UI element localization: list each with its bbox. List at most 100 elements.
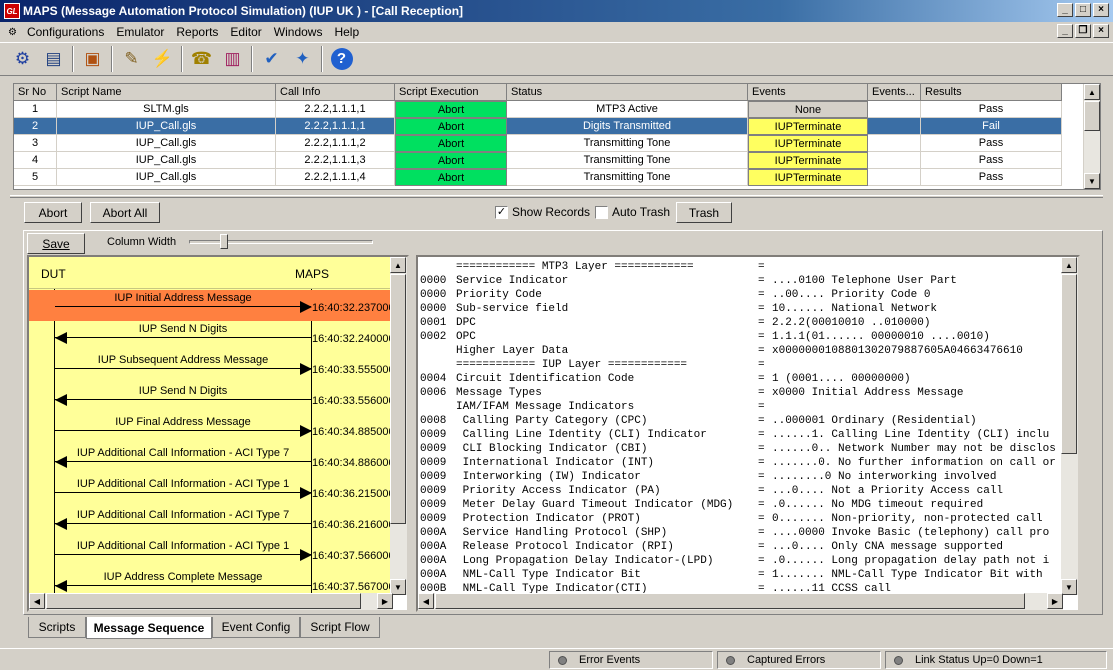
table-row[interactable]: 4 IUP_Call.gls 2.2.2,1.1.1,3 Abort Transmitt… bbox=[14, 152, 1062, 169]
seq-scroll-up-icon[interactable]: ▲ bbox=[390, 257, 406, 273]
column-width-slider[interactable] bbox=[189, 240, 373, 244]
column-width-slider-thumb[interactable] bbox=[220, 234, 229, 249]
cell-script-execution[interactable]: Abort bbox=[395, 152, 507, 169]
abort-all-button[interactable]: Abort All bbox=[90, 202, 160, 223]
show-records-check-icon[interactable]: ✓ bbox=[495, 205, 508, 219]
grid-vertical-scrollbar[interactable]: ▲ ▼ bbox=[1083, 84, 1100, 189]
cell-events[interactable]: IUPTerminate bbox=[748, 135, 868, 152]
link-status-indicator[interactable]: Link Status Up=0 Down=1 bbox=[885, 651, 1107, 669]
decode-vertical-scrollbar[interactable]: ▲ ▼ bbox=[1061, 257, 1078, 595]
seq-scroll-thumb[interactable] bbox=[390, 274, 406, 524]
sequence-vertical-scrollbar[interactable]: ▲ ▼ bbox=[390, 257, 407, 595]
decode-value: ......0.. Network Number may not be disc… bbox=[772, 443, 1056, 455]
check-icon[interactable]: ✔ bbox=[257, 45, 286, 73]
col-results[interactable]: Results bbox=[921, 84, 1062, 101]
sequence-message[interactable]: IUP Initial Address Message 16:40:32.2370… bbox=[29, 290, 395, 321]
menu-configurations[interactable]: Configurations bbox=[21, 25, 110, 39]
sequence-message[interactable]: IUP Send N Digits 16:40:32.240000 bbox=[29, 321, 395, 352]
document-icon[interactable]: ▤ bbox=[39, 45, 68, 73]
dec-hscroll-thumb[interactable] bbox=[435, 593, 1025, 609]
col-events[interactable]: Events bbox=[748, 84, 868, 101]
captured-errors-indicator[interactable]: Captured Errors bbox=[717, 651, 881, 669]
tab-scripts[interactable]: Scripts bbox=[28, 617, 86, 638]
close-button[interactable]: × bbox=[1093, 3, 1109, 17]
message-label: IUP Initial Address Message bbox=[114, 292, 252, 304]
seq-hscroll-thumb[interactable] bbox=[46, 593, 361, 609]
decode-field: Meter Delay Guard Timeout Indicator (MDG… bbox=[456, 499, 734, 511]
dec-scroll-right-icon[interactable]: ▶ bbox=[1047, 593, 1063, 609]
sequence-horizontal-scrollbar[interactable]: ◀ ▶ bbox=[29, 593, 393, 610]
menu-reports[interactable]: Reports bbox=[170, 25, 224, 39]
menu-editor[interactable]: Editor bbox=[224, 25, 267, 39]
cell-results: Pass bbox=[921, 152, 1062, 169]
menu-help[interactable]: Help bbox=[328, 25, 365, 39]
scroll-thumb[interactable] bbox=[1084, 101, 1100, 131]
table-row[interactable]: 1 SLTM.gls 2.2.2,1.1.1,1 Abort MTP3 Active No… bbox=[14, 101, 1062, 118]
cell-script-execution[interactable]: Abort bbox=[395, 135, 507, 152]
col-sr-no[interactable]: Sr No bbox=[14, 84, 57, 101]
message-timestamp: 16:40:33.555000 bbox=[312, 364, 395, 376]
col-events-more[interactable]: Events... bbox=[868, 84, 921, 101]
dec-scroll-left-icon[interactable]: ◀ bbox=[418, 593, 434, 609]
mdi-restore-button[interactable]: ❐ bbox=[1075, 24, 1091, 38]
show-records-checkbox[interactable]: ✓ Show Records bbox=[495, 205, 590, 219]
abort-button[interactable]: Abort bbox=[24, 202, 82, 223]
maximize-button[interactable]: □ bbox=[1075, 3, 1091, 17]
decode-offset: 0009 bbox=[420, 499, 447, 511]
edit-script-icon[interactable]: ✎ bbox=[117, 45, 146, 73]
table-row[interactable]: 2 IUP_Call.gls 2.2.2,1.1.1,1 Abort Digits Tr… bbox=[14, 118, 1062, 135]
error-events-indicator[interactable]: Error Events bbox=[549, 651, 713, 669]
sequence-message[interactable]: IUP Subsequent Address Message 16:40:33.5… bbox=[29, 352, 395, 383]
cell-events[interactable]: IUPTerminate bbox=[748, 118, 868, 135]
tab-event-config[interactable]: Event Config bbox=[212, 617, 300, 638]
minimize-button[interactable]: _ bbox=[1057, 3, 1073, 17]
seq-scroll-right-icon[interactable]: ▶ bbox=[377, 593, 393, 609]
call-icon[interactable]: ☎ bbox=[187, 45, 216, 73]
sequence-message[interactable]: IUP Additional Call Information - ACI Ty… bbox=[29, 507, 395, 538]
wizard-icon[interactable]: ✦ bbox=[288, 45, 317, 73]
col-script-execution[interactable]: Script Execution bbox=[395, 84, 507, 101]
mdi-close-button[interactable]: × bbox=[1093, 24, 1109, 38]
scroll-up-icon[interactable]: ▲ bbox=[1084, 84, 1100, 100]
sequence-message[interactable]: IUP Additional Call Information - ACI Ty… bbox=[29, 476, 395, 507]
cell-events[interactable]: IUPTerminate bbox=[748, 169, 868, 186]
dec-scroll-thumb[interactable] bbox=[1061, 274, 1077, 454]
sequence-message[interactable]: IUP Additional Call Information - ACI Ty… bbox=[29, 445, 395, 476]
table-row[interactable]: 3 IUP_Call.gls 2.2.2,1.1.1,2 Abort Transmitt… bbox=[14, 135, 1062, 152]
help-icon[interactable]: ? bbox=[327, 45, 356, 73]
cell-events[interactable]: None bbox=[748, 101, 868, 118]
run-icon[interactable]: ⚡ bbox=[148, 45, 177, 73]
auto-trash-check-icon[interactable] bbox=[595, 205, 608, 219]
mdi-minimize-button[interactable]: _ bbox=[1057, 24, 1073, 38]
cell-script-execution[interactable]: Abort bbox=[395, 118, 507, 135]
briefcase-icon[interactable]: ▣ bbox=[78, 45, 107, 73]
sequence-message[interactable]: IUP Final Address Message 16:40:34.885000 bbox=[29, 414, 395, 445]
trash-button[interactable]: Trash bbox=[676, 202, 732, 223]
dec-scroll-down-icon[interactable]: ▼ bbox=[1061, 579, 1077, 595]
pane-splitter[interactable] bbox=[10, 195, 1103, 198]
cell-script-execution[interactable]: Abort bbox=[395, 169, 507, 186]
col-call-info[interactable]: Call Info bbox=[276, 84, 395, 101]
tab-script-flow[interactable]: Script Flow bbox=[300, 617, 380, 638]
save-button[interactable]: Save bbox=[27, 233, 85, 254]
scroll-down-icon[interactable]: ▼ bbox=[1084, 173, 1100, 189]
auto-trash-checkbox[interactable]: Auto Trash bbox=[595, 205, 670, 219]
col-status[interactable]: Status bbox=[507, 84, 748, 101]
dec-scroll-up-icon[interactable]: ▲ bbox=[1061, 257, 1077, 273]
decode-horizontal-scrollbar[interactable]: ◀ ▶ bbox=[418, 593, 1063, 610]
menu-windows[interactable]: Windows bbox=[268, 25, 329, 39]
decode-offset: 0000 bbox=[420, 303, 447, 315]
sequence-message[interactable]: IUP Send N Digits 16:40:33.556000 bbox=[29, 383, 395, 414]
sequence-message[interactable]: IUP Additional Call Information - ACI Ty… bbox=[29, 538, 395, 569]
arrow-right-icon bbox=[300, 425, 312, 437]
seq-scroll-left-icon[interactable]: ◀ bbox=[29, 593, 45, 609]
books-icon[interactable]: ▥ bbox=[218, 45, 247, 73]
gear-icon[interactable]: ⚙ bbox=[8, 45, 37, 73]
table-row[interactable]: 5 IUP_Call.gls 2.2.2,1.1.1,4 Abort Transmitt… bbox=[14, 169, 1062, 186]
cell-events[interactable]: IUPTerminate bbox=[748, 152, 868, 169]
col-script-name[interactable]: Script Name bbox=[57, 84, 276, 101]
tab-message-sequence[interactable]: Message Sequence bbox=[86, 617, 212, 639]
menu-emulator[interactable]: Emulator bbox=[110, 25, 170, 39]
decode-field: Priority Code bbox=[456, 289, 542, 301]
cell-script-execution[interactable]: Abort bbox=[395, 101, 507, 118]
